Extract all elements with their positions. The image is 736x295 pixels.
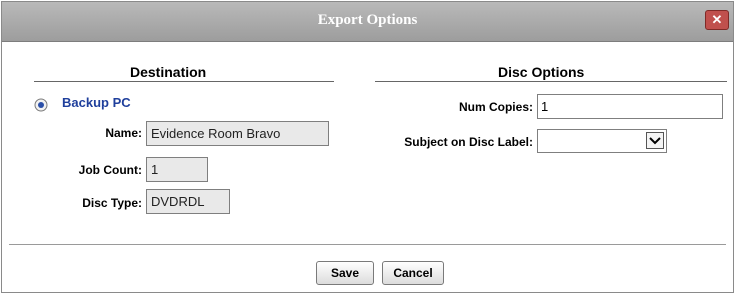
job-count-label: Job Count: (78, 163, 142, 177)
disc-options-underline (375, 81, 727, 82)
destination-underline (34, 81, 334, 82)
title-bar: Export Options ✕ (2, 2, 733, 42)
close-button[interactable]: ✕ (705, 10, 729, 30)
disc-options-heading: Disc Options (498, 64, 585, 80)
save-button[interactable]: Save (316, 261, 374, 285)
cancel-button[interactable]: Cancel (382, 261, 444, 285)
backup-pc-label[interactable]: Backup PC (62, 95, 131, 110)
chevron-down-icon (649, 137, 661, 145)
close-icon: ✕ (711, 12, 723, 27)
num-copies-input[interactable]: 1 (537, 94, 723, 119)
subject-on-disc-label-select[interactable] (537, 129, 667, 153)
dropdown-arrow[interactable] (646, 132, 664, 149)
disc-type-field: DVDRDL (146, 189, 230, 214)
job-count-field: 1 (146, 157, 208, 182)
name-field: Evidence Room Bravo (146, 121, 329, 146)
footer-divider (9, 244, 726, 245)
destination-heading: Destination (130, 64, 207, 80)
radio-button-backup-pc[interactable] (34, 98, 48, 112)
dialog-title: Export Options (317, 12, 418, 28)
disc-type-label: Disc Type: (82, 196, 142, 210)
num-copies-label: Num Copies: (458, 100, 533, 114)
export-options-dialog: Export Options ✕ Destination Backup PC N… (1, 1, 734, 293)
subject-on-disc-label-label: Subject on Disc Label: (404, 135, 533, 149)
name-label: Name: (105, 126, 142, 140)
